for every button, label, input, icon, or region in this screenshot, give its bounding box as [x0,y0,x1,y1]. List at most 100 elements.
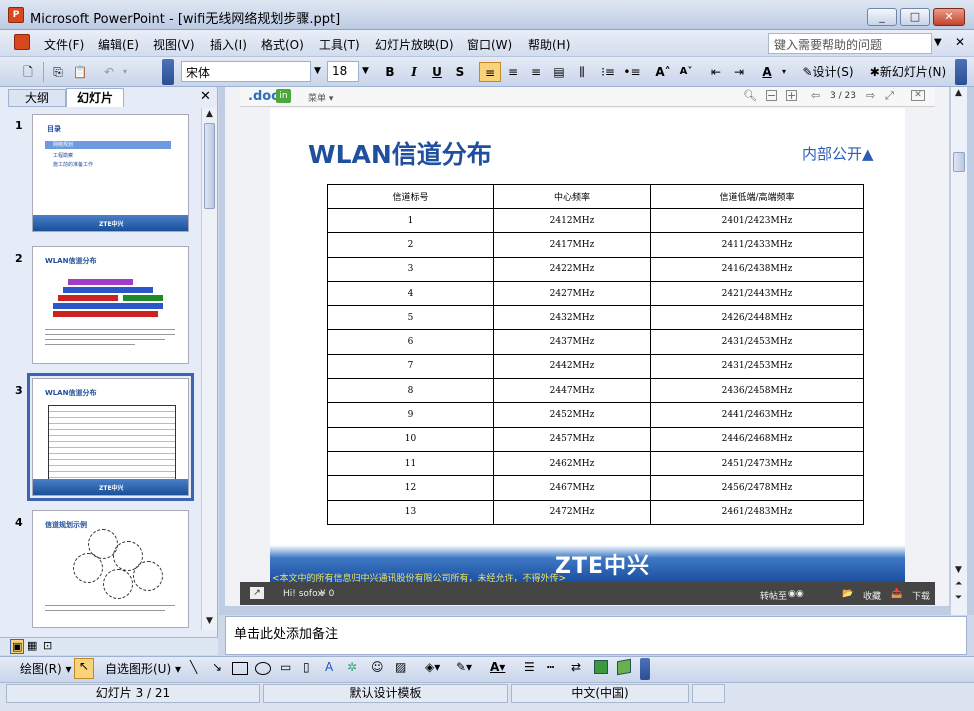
previous-slide-icon[interactable]: ⏶ [955,579,962,589]
menu-file[interactable]: 文件(F) [44,36,84,53]
collect-button[interactable]: 收藏 [863,589,881,602]
zoom-in-icon[interactable]: + [786,90,797,101]
notes-pane[interactable]: 单击此处添加备注 [225,616,967,655]
shadow-button[interactable]: S [451,62,469,82]
menu-insert[interactable]: 插入(I) [210,36,247,53]
italic-button[interactable]: I [405,62,423,82]
fullscreen-icon[interactable]: ⤢ [885,89,894,103]
pane-close-icon[interactable]: ✕ [200,89,211,104]
slide-canvas[interactable]: WLAN信道分布 内部公开▲ 信道标号 中心频率 信道低端/高端频率 1 2412… [270,108,905,582]
menu-edit[interactable]: 编辑(E) [98,36,139,53]
document-close-icon[interactable]: ✕ [955,35,965,49]
font-color-icon[interactable]: A▾ [490,660,505,674]
next-slide-icon[interactable]: ⏷ [955,593,962,603]
font-dropdown-icon[interactable]: ▼ [314,66,321,76]
decrease-indent-icon[interactable]: ⇤ [706,62,726,82]
slide-title[interactable]: WLAN信道分布 [308,135,492,171]
select-pointer-icon[interactable]: ↖ [74,658,94,679]
increase-indent-icon[interactable]: ⇥ [729,62,749,82]
menu-format[interactable]: 格式(O) [261,36,304,53]
line-icon[interactable]: ╲ [190,660,197,674]
align-left-icon[interactable]: ≡ [479,62,501,82]
bullets-icon[interactable]: •≡ [622,62,642,82]
size-dropdown-icon[interactable]: ▼ [362,66,369,76]
help-search-input[interactable]: 键入需要帮助的问题 [768,33,932,54]
slide-thumbnail-2[interactable]: WLAN信道分布 [32,246,189,364]
design-template-name[interactable]: 默认设计模板 [263,684,508,703]
font-size-select[interactable]: 18 [327,61,359,82]
fill-color-icon[interactable]: ◈▾ [425,660,440,674]
menu-slideshow[interactable]: 幻灯片放映(D) [375,36,454,53]
align-center-icon[interactable]: ≡ [503,62,523,82]
textbox-icon[interactable]: ▭ [280,660,291,674]
classification-tag[interactable]: 内部公开▲ [802,143,874,164]
slideshow-icon[interactable]: ⊡ [43,639,52,652]
prev-page-icon[interactable]: ⇦ [811,89,820,102]
chevron-down-icon[interactable]: ▼ [934,37,942,48]
document-icon[interactable] [14,34,30,50]
doc-menu-button[interactable]: 菜单 ▾ [308,91,333,104]
font-color-dropdown-icon[interactable]: ▾ [779,62,789,82]
undo-icon[interactable]: ↶ [101,62,117,82]
scroll-thumb[interactable] [953,152,965,172]
toolbar-options-handle[interactable] [640,658,650,680]
increase-font-icon[interactable]: A˄ [653,62,673,82]
powerpoint-app-icon[interactable]: P [8,7,24,23]
slide-sorter-icon[interactable]: ▦ [27,639,37,652]
dash-style-icon[interactable]: ┅ [547,660,554,674]
scroll-up-icon[interactable]: ▲ [206,109,213,119]
slide-thumbnail-3[interactable]: WLAN信道分布 ZTE中兴 [27,373,194,501]
toolbar-options-handle-right[interactable] [955,59,967,85]
new-slide-button[interactable]: ✱新幻灯片(N) [863,62,953,82]
tab-outline[interactable]: 大纲 [8,89,66,107]
line-style-icon[interactable]: ☰ [524,660,535,674]
column-icon[interactable]: ⫼ [572,62,592,82]
arrow-icon[interactable]: ↘ [212,660,222,674]
viewer-close-icon[interactable]: ✕ [911,90,925,101]
close-button[interactable]: ✕ [933,8,965,26]
clipart-icon[interactable]: ☺ [371,660,384,674]
zoom-out-icon[interactable]: − [766,90,777,101]
distribute-icon[interactable]: ▤ [549,62,569,82]
design-button[interactable]: ✎设计(S) [797,62,859,82]
normal-view-icon[interactable]: ▣ [10,639,25,654]
scroll-up-icon[interactable]: ▲ [955,88,962,98]
font-name-select[interactable]: 宋体 [181,61,311,82]
wordart-icon[interactable]: A [325,660,333,674]
3d-style-icon[interactable] [617,658,631,676]
diagram-icon[interactable]: ✲ [347,660,357,674]
menu-window[interactable]: 窗口(W) [467,36,512,53]
numbering-icon[interactable]: ⁝≡ [598,62,618,82]
scroll-thumb[interactable] [204,123,215,209]
decrease-font-icon[interactable]: A˅ [676,62,696,82]
underline-button[interactable]: U [428,62,446,82]
slide-thumbnail-1[interactable]: 目录 网络规划 工程勘察 施工前的准备工作 ZTE中兴 [32,114,189,232]
tab-slides[interactable]: 幻灯片 [66,88,124,107]
copy-icon[interactable]: ⎘ [50,62,66,82]
bold-button[interactable]: B [381,62,399,82]
expand-icon[interactable]: ↗ [250,587,264,599]
vertical-scrollbar[interactable]: ▲ ▼ ⏶ ⏷ [950,87,967,615]
scroll-down-icon[interactable]: ▼ [206,616,213,626]
vertical-textbox-icon[interactable]: ▯ [303,660,310,674]
line-color-icon[interactable]: ✎▾ [456,660,472,674]
rectangle-icon[interactable] [232,662,248,675]
font-color-icon[interactable]: A [757,62,777,82]
doc-site-logo[interactable]: .doc [248,89,279,104]
zoom-icon[interactable]: 🔍︎ [743,89,757,102]
maximize-button[interactable]: □ [900,8,930,26]
draw-menu-button[interactable]: 绘图(R) ▾ [20,660,72,677]
toolbar-options-handle[interactable] [162,59,174,85]
slide-thumbnail-4[interactable]: 信道规划示例 [32,510,189,628]
undo-dropdown-icon[interactable]: ▾ [120,62,130,82]
align-right-icon[interactable]: ≡ [526,62,546,82]
channel-table[interactable]: 信道标号 中心频率 信道低端/高端频率 1 2412MHz 2401/2423MHz… [327,184,864,525]
paste-icon[interactable]: 📋 [72,62,88,82]
shadow-style-icon[interactable] [594,660,608,674]
autoshapes-button[interactable]: 自选图形(U) ▾ [105,660,181,677]
menu-help[interactable]: 帮助(H) [528,36,570,53]
picture-icon[interactable]: ▨ [395,660,406,674]
arrow-style-icon[interactable]: ⇄ [571,660,581,674]
share-icon[interactable]: ◉◉ [788,589,804,599]
new-document-icon[interactable]: 🗋 [20,62,36,82]
